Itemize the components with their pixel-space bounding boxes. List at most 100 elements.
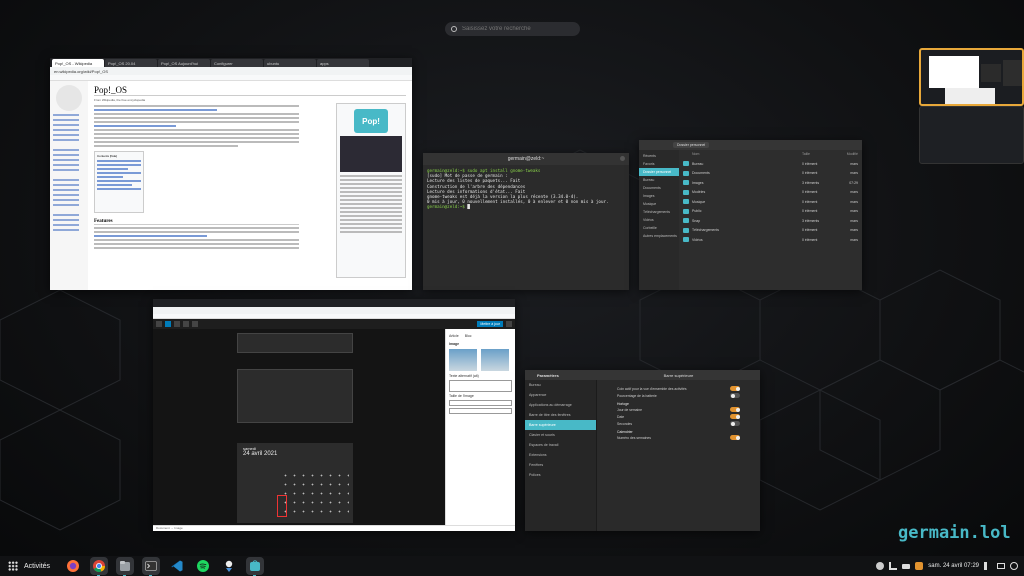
sidebar-item[interactable]: Musique [639,200,679,208]
file-row[interactable]: Documents 0 élément mars [683,169,858,179]
toggle-switch[interactable] [730,435,740,440]
sidebar-item[interactable]: Clavier et souris [525,430,596,440]
sidebar-item[interactable]: Documents [639,184,679,192]
tab[interactable]: Pop!_OS 20.04 [105,59,157,67]
toggle-switch[interactable] [730,407,740,412]
sidebar-item-home[interactable]: Dossier personnel [639,168,679,176]
file-row[interactable]: Bureau 0 élément mars [683,159,858,169]
terminal-output[interactable]: germain@zeld:~$ sudo apt install gnome-t… [423,165,629,213]
keyboard-icon[interactable] [902,563,911,569]
file-row[interactable]: Musique 0 élément mars [683,197,858,207]
terminal-titlebar[interactable]: germain@zeld:~ [423,153,629,165]
toggle-switch[interactable] [730,386,740,391]
col-name[interactable]: Nom [683,152,802,159]
style-previews[interactable] [449,349,512,371]
wordpress-editor-window[interactable]: Mettre à jour samedi 24 avril 2021 Articl… [153,299,515,531]
search-input[interactable] [462,26,572,32]
embedded-calendar-screenshot[interactable]: samedi 24 avril 2021 [237,443,353,523]
network-icon[interactable] [889,562,898,570]
steam-icon[interactable] [876,562,885,570]
redo-icon[interactable] [192,321,198,327]
screenshot-image[interactable] [340,136,402,172]
image-size-select[interactable] [449,400,512,406]
editor-canvas[interactable]: samedi 24 avril 2021 [153,329,445,525]
tab-article[interactable]: Article [449,334,459,338]
table-of-contents[interactable]: Contents [hide] [94,151,144,213]
sidebar-item[interactable]: Barre de titre des fenêtres [525,410,596,420]
files-icon[interactable] [116,557,135,576]
undo-icon[interactable] [183,321,189,327]
sidebar-item[interactable]: Espaces de travail [525,440,596,450]
sidebar-item-top-bar[interactable]: Barre supérieure [525,420,596,430]
file-row[interactable]: Images 3 éléments 07:29 [683,178,858,188]
sidebar-item[interactable]: Bureau [525,380,596,390]
alt-text-field[interactable] [449,380,512,392]
tweaks-window[interactable]: Paramètres Barre supérieure Bureau Appar… [525,370,760,531]
update-button[interactable]: Mettre à jour [477,321,503,327]
files-window[interactable]: Dossier personnel Récents Favoris Dossie… [639,140,862,290]
file-row[interactable]: Modèles 0 élément mars [683,188,858,198]
settings-headerbar[interactable]: Paramètres Barre supérieure [525,370,760,380]
sidebar-item[interactable]: Téléchargements [639,208,679,216]
terminal-icon[interactable] [142,557,161,576]
terminal-window[interactable]: germain@zeld:~ germain@zeld:~$ sudo apt … [423,153,629,290]
sidebar-item[interactable]: Images [639,192,679,200]
dropbox-icon[interactable] [915,562,924,570]
tab-block[interactable]: Bloc [465,334,472,338]
volume-icon[interactable] [984,562,992,570]
battery-icon[interactable] [997,563,1005,569]
sidebar-item[interactable]: Corbeille [639,224,679,232]
sidebar-item[interactable]: Fenêtres [525,460,596,470]
close-icon[interactable] [620,156,625,161]
activities-button[interactable]: Activités [24,563,50,570]
vscode-icon[interactable] [168,557,186,575]
workspace-thumbnail-2[interactable] [919,106,1024,164]
file-row[interactable]: Public 0 élément mars [683,207,858,217]
file-row[interactable]: Snap 3 éléments mars [683,216,858,226]
shutter-icon[interactable] [220,557,238,575]
path-breadcrumb[interactable]: Dossier personnel [673,142,710,148]
add-block-icon[interactable] [165,321,171,327]
spotify-icon[interactable] [194,557,212,575]
wordpress-logo-icon[interactable] [156,321,162,327]
sidebar-item[interactable]: Autres emplacements [639,232,679,240]
edit-icon[interactable] [174,321,180,327]
toggle-switch[interactable] [730,393,740,398]
col-modified[interactable]: Modifié [842,152,858,159]
clock[interactable]: sam. 24 avril 07:29 [928,563,979,569]
address-bar[interactable]: en.wikipedia.org/wiki/Pop!_OS [50,67,412,75]
tab-wikipedia[interactable]: Pop!_OS - Wikipedia [52,59,104,67]
embedded-screenshot[interactable] [237,333,353,353]
power-icon[interactable] [1010,562,1018,570]
tab[interactable]: apps [317,59,369,67]
files-headerbar[interactable]: Dossier personnel [639,140,862,150]
image-width-field[interactable] [449,408,512,414]
app-grid-icon[interactable] [8,561,18,571]
tab[interactable]: ubuntu [264,59,316,67]
toggle-switch[interactable] [730,421,740,426]
chrome-icon[interactable] [90,557,109,576]
settings-gear-icon[interactable] [506,321,512,327]
search-bar[interactable] [445,22,580,36]
col-size[interactable]: Taille [802,152,842,159]
tab[interactable]: Configurer [211,59,263,67]
sidebar-item[interactable]: Apparence [525,390,596,400]
pop-shop-icon[interactable] [246,557,265,576]
embedded-screenshot[interactable] [237,369,353,423]
sidebar-item[interactable]: Bureau [639,176,679,184]
file-row[interactable]: Téléchargements 0 élément mars [683,226,858,236]
sidebar-item[interactable]: Applications au démarrage [525,400,596,410]
address-bar[interactable] [153,307,515,314]
sidebar-item[interactable]: Extensions [525,450,596,460]
workspace-thumbnail-1[interactable] [919,48,1024,106]
wikipedia-logo-icon[interactable] [56,85,82,111]
sidebar-item[interactable]: Vidéos [639,216,679,224]
sidebar-item[interactable]: Polices [525,470,596,480]
toggle-switch[interactable] [730,414,740,419]
firefox-icon[interactable] [64,557,82,575]
sidebar-item[interactable]: Récents [639,152,679,160]
sidebar-item[interactable]: Favoris [639,160,679,168]
tab[interactable]: Pop!_OS Aujourd'hui [158,59,210,67]
chrome-window[interactable]: Pop!_OS - Wikipedia Pop!_OS 20.04 Pop!_O… [50,58,412,290]
file-row[interactable]: Vidéos 0 élément mars [683,235,858,245]
